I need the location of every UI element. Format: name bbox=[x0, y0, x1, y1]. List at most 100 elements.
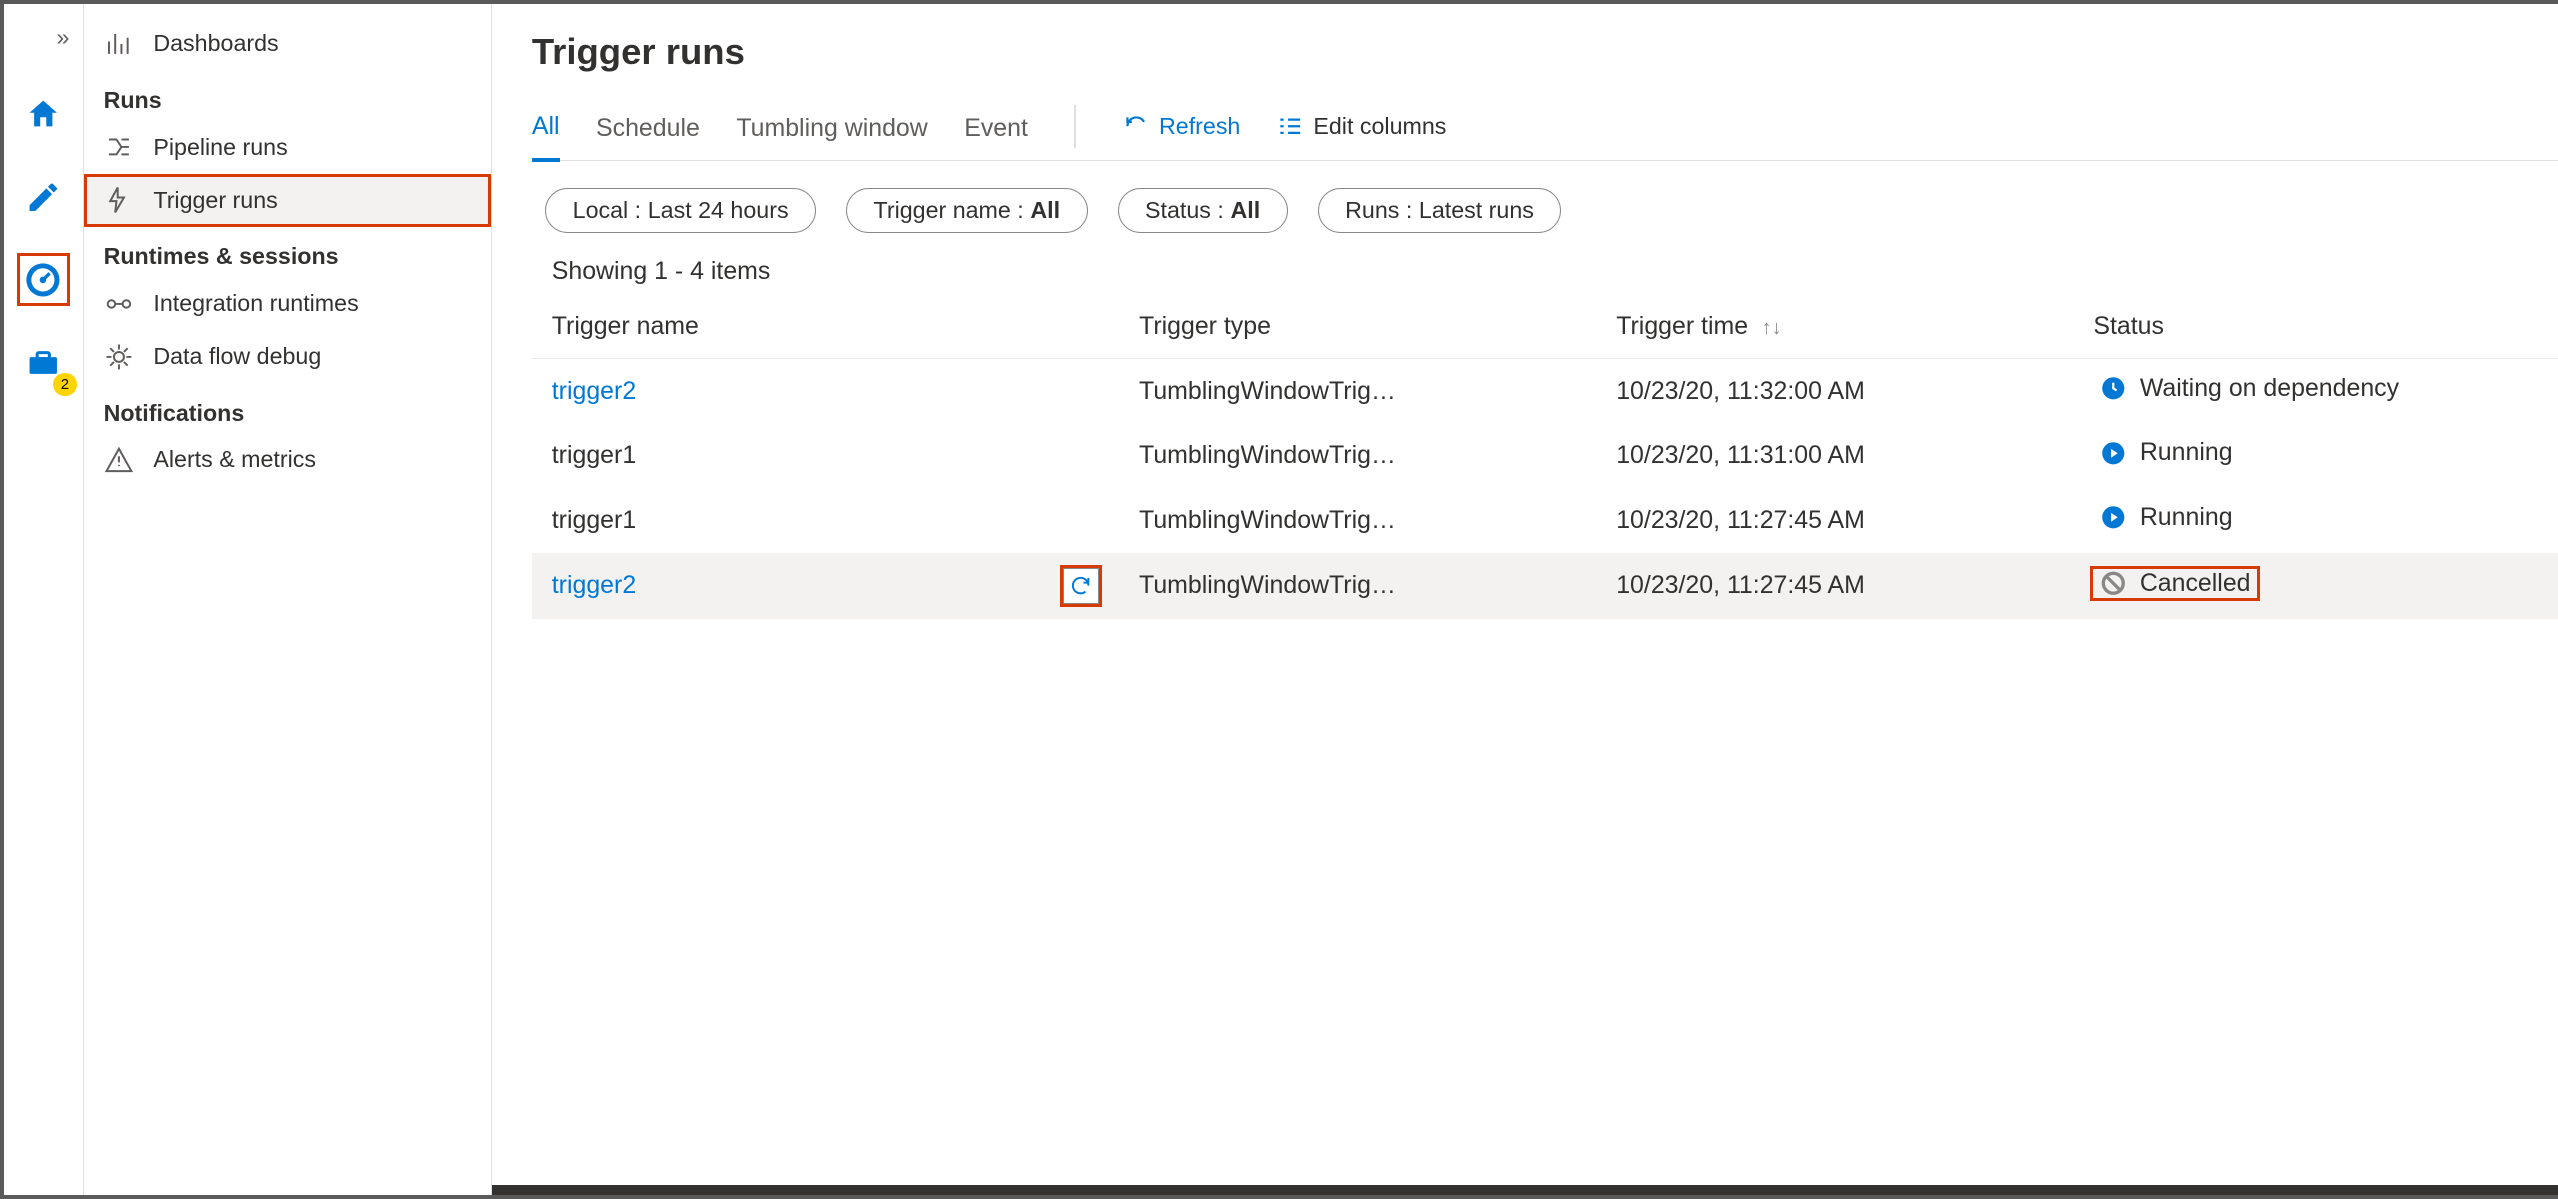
sidebar-item-integration-runtimes[interactable]: Integration runtimes bbox=[84, 277, 491, 330]
bottom-scrollbar[interactable] bbox=[492, 1185, 2558, 1195]
tab-bar: All Schedule Tumbling window Event Refre… bbox=[532, 102, 2558, 161]
cell-trigger-time: 10/23/20, 11:31:00 AM bbox=[1596, 423, 2073, 488]
filter-bar: Local : Last 24 hours Trigger name : All… bbox=[532, 188, 2558, 234]
trigger-name-text: trigger1 bbox=[552, 441, 636, 470]
trigger-name-link[interactable]: trigger2 bbox=[552, 377, 636, 406]
sidebar-item-label: Data flow debug bbox=[153, 343, 321, 370]
alert-icon bbox=[104, 445, 134, 475]
tab-schedule[interactable]: Schedule bbox=[596, 104, 700, 160]
column-header-time[interactable]: Trigger time ↑↓ bbox=[1596, 296, 2073, 359]
tab-all[interactable]: All bbox=[532, 102, 560, 162]
filter-value: All bbox=[1030, 197, 1060, 224]
trigger-icon bbox=[104, 185, 134, 215]
status-text: Cancelled bbox=[2140, 569, 2251, 598]
cell-status: Cancelled bbox=[2073, 553, 2558, 619]
filter-label: Trigger name : bbox=[874, 197, 1024, 224]
cell-status: Running bbox=[2073, 423, 2558, 488]
separator bbox=[1074, 105, 1076, 148]
table-row[interactable]: trigger1 TumblingWindowTrig…10/23/20, 11:… bbox=[532, 488, 2558, 553]
cell-trigger-time: 10/23/20, 11:32:00 AM bbox=[1596, 358, 2073, 423]
cancelled-icon bbox=[2100, 570, 2127, 597]
filter-status[interactable]: Status : All bbox=[1118, 188, 1288, 234]
cell-status: Waiting on dependency bbox=[2073, 358, 2558, 423]
main-content: Trigger runs All Schedule Tumbling windo… bbox=[492, 4, 2558, 1195]
sidebar-item-alerts-metrics[interactable]: Alerts & metrics bbox=[84, 433, 491, 486]
clock-icon bbox=[2100, 375, 2127, 402]
filter-value: Latest runs bbox=[1419, 197, 1534, 224]
rail-badge: 2 bbox=[53, 373, 76, 396]
refresh-label: Refresh bbox=[1159, 113, 1240, 140]
cell-trigger-time: 10/23/20, 11:27:45 AM bbox=[1596, 553, 2073, 619]
table-row[interactable]: trigger2 TumblingWindowTrig…10/23/20, 11:… bbox=[532, 553, 2558, 619]
table-row[interactable]: trigger1 TumblingWindowTrig…10/23/20, 11:… bbox=[532, 423, 2558, 488]
rail-author[interactable] bbox=[17, 170, 70, 223]
filter-label: Runs : bbox=[1345, 197, 1412, 224]
cell-trigger-name: trigger2 bbox=[532, 553, 1119, 619]
column-header-name[interactable]: Trigger name bbox=[532, 296, 1119, 359]
gauge-icon bbox=[23, 260, 63, 300]
refresh-icon bbox=[1123, 113, 1150, 140]
dataflow-icon bbox=[104, 342, 134, 372]
rail-home[interactable] bbox=[17, 87, 70, 140]
pencil-icon bbox=[25, 179, 62, 216]
cell-status: Running bbox=[2073, 488, 2558, 553]
filter-label: Status : bbox=[1145, 197, 1224, 224]
sidebar-heading-notifications: Notifications bbox=[84, 383, 491, 433]
expand-rail-button[interactable]: » bbox=[43, 17, 82, 57]
rerun-button[interactable] bbox=[1063, 568, 1100, 605]
cell-trigger-name: trigger2 bbox=[532, 358, 1119, 423]
sidebar-item-trigger-runs[interactable]: Trigger runs bbox=[84, 174, 491, 227]
status-text: Waiting on dependency bbox=[2140, 374, 2399, 403]
tab-tumbling-window[interactable]: Tumbling window bbox=[736, 104, 927, 160]
column-header-type[interactable]: Trigger type bbox=[1119, 296, 1596, 359]
column-header-time-label: Trigger time bbox=[1616, 312, 1748, 340]
refresh-button[interactable]: Refresh bbox=[1123, 113, 1241, 150]
sidebar-item-label: Integration runtimes bbox=[153, 290, 358, 317]
filter-runs[interactable]: Runs : Latest runs bbox=[1318, 188, 1562, 234]
running-icon bbox=[2100, 440, 2127, 467]
sort-indicator-icon: ↑↓ bbox=[1762, 317, 1782, 339]
cell-trigger-time: 10/23/20, 11:27:45 AM bbox=[1596, 488, 2073, 553]
cell-trigger-type: TumblingWindowTrig… bbox=[1119, 358, 1596, 423]
trigger-name-link[interactable]: trigger2 bbox=[552, 571, 636, 600]
running-icon bbox=[2100, 504, 2127, 531]
trigger-name-text: trigger1 bbox=[552, 506, 636, 535]
sidebar-item-label: Alerts & metrics bbox=[153, 446, 316, 473]
trigger-runs-table: Trigger name Trigger type Trigger time ↑… bbox=[532, 296, 2558, 620]
edit-columns-button[interactable]: Edit columns bbox=[1277, 113, 1447, 150]
filter-value: Last 24 hours bbox=[648, 197, 789, 224]
filter-local[interactable]: Local : Last 24 hours bbox=[545, 188, 816, 234]
tab-event[interactable]: Event bbox=[964, 104, 1028, 160]
rail-manage[interactable]: 2 bbox=[17, 336, 70, 389]
filter-trigger-name[interactable]: Trigger name : All bbox=[846, 188, 1088, 234]
filter-label: Local : bbox=[573, 197, 641, 224]
column-header-status[interactable]: Status bbox=[2073, 296, 2558, 359]
sidebar-heading-runs: Runs bbox=[84, 70, 491, 120]
cell-trigger-type: TumblingWindowTrig… bbox=[1119, 488, 1596, 553]
dashboard-icon bbox=[104, 29, 134, 59]
edit-columns-label: Edit columns bbox=[1313, 113, 1446, 140]
columns-icon bbox=[1277, 113, 1304, 140]
integration-icon bbox=[104, 289, 134, 319]
rerun-icon bbox=[1069, 574, 1092, 597]
sidebar-item-dashboards[interactable]: Dashboards bbox=[84, 17, 491, 70]
cell-trigger-type: TumblingWindowTrig… bbox=[1119, 423, 1596, 488]
showing-count: Showing 1 - 4 items bbox=[552, 257, 2558, 286]
sidebar-item-data-flow-debug[interactable]: Data flow debug bbox=[84, 330, 491, 383]
sidebar-item-label: Trigger runs bbox=[153, 187, 277, 214]
sidebar-item-label: Dashboards bbox=[153, 30, 278, 57]
home-icon bbox=[25, 96, 62, 133]
filter-value: All bbox=[1230, 197, 1260, 224]
status-text: Running bbox=[2140, 438, 2233, 467]
status-text: Running bbox=[2140, 503, 2233, 532]
sidebar: Dashboards Runs Pipeline runs Trigger ru… bbox=[84, 4, 492, 1195]
cell-trigger-name: trigger1 bbox=[532, 488, 1119, 553]
sidebar-item-pipeline-runs[interactable]: Pipeline runs bbox=[84, 121, 491, 174]
sidebar-heading-runtimes: Runtimes & sessions bbox=[84, 227, 491, 277]
table-row[interactable]: trigger2 TumblingWindowTrig…10/23/20, 11:… bbox=[532, 358, 2558, 423]
rail-monitor[interactable] bbox=[17, 253, 70, 306]
cell-trigger-type: TumblingWindowTrig… bbox=[1119, 553, 1596, 619]
pipeline-icon bbox=[104, 132, 134, 162]
cell-trigger-name: trigger1 bbox=[532, 423, 1119, 488]
icon-rail: » 2 bbox=[4, 4, 84, 1195]
